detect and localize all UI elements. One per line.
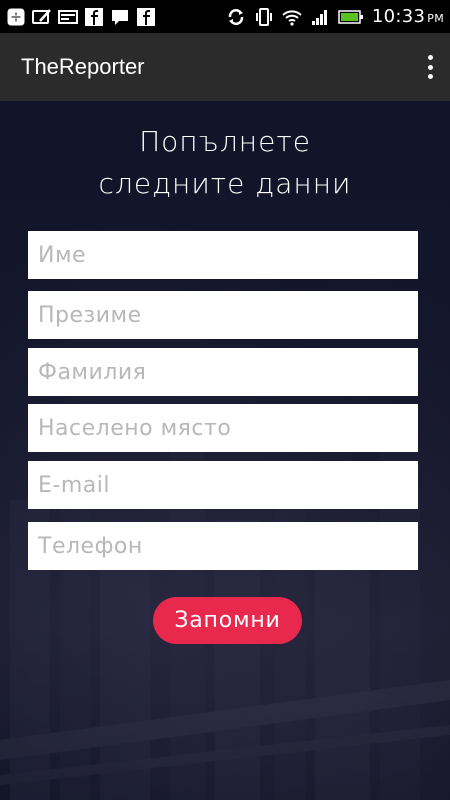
- status-bar: 10:33 PM: [0, 0, 450, 33]
- chat-icon: [110, 7, 130, 27]
- system-icons: 10:33 PM: [226, 6, 444, 27]
- facebook-icon: [84, 7, 104, 27]
- first-name-field[interactable]: [28, 231, 418, 279]
- save-button[interactable]: Запомни: [153, 597, 302, 644]
- heading-line-2: следните данни: [98, 167, 352, 200]
- vibrate-icon: [254, 7, 274, 27]
- city-field[interactable]: [28, 404, 418, 452]
- last-name-field[interactable]: [28, 348, 418, 396]
- form-screen: Попълнете следните данни Запомни: [0, 101, 450, 800]
- app-bar: TheReporter: [0, 33, 450, 101]
- heading-line-1: Попълнете: [139, 125, 311, 158]
- form-heading: Попълнете следните данни: [0, 121, 450, 205]
- overflow-menu-icon[interactable]: [424, 55, 436, 79]
- clock: 10:33 PM: [371, 6, 444, 27]
- battery-icon: [338, 7, 364, 27]
- card-icon: [58, 7, 78, 27]
- email-field[interactable]: [28, 461, 418, 509]
- signal-icon: [310, 7, 330, 27]
- notification-icons: [6, 7, 156, 27]
- sync-icon: [226, 7, 246, 27]
- photo-edit-icon: [32, 7, 52, 27]
- phone-field[interactable]: [28, 522, 418, 570]
- wifi-icon: [282, 7, 302, 27]
- middle-name-field[interactable]: [28, 291, 418, 339]
- facebook-icon: [136, 7, 156, 27]
- app-title: TheReporter: [21, 54, 145, 79]
- add-icon: [6, 7, 26, 27]
